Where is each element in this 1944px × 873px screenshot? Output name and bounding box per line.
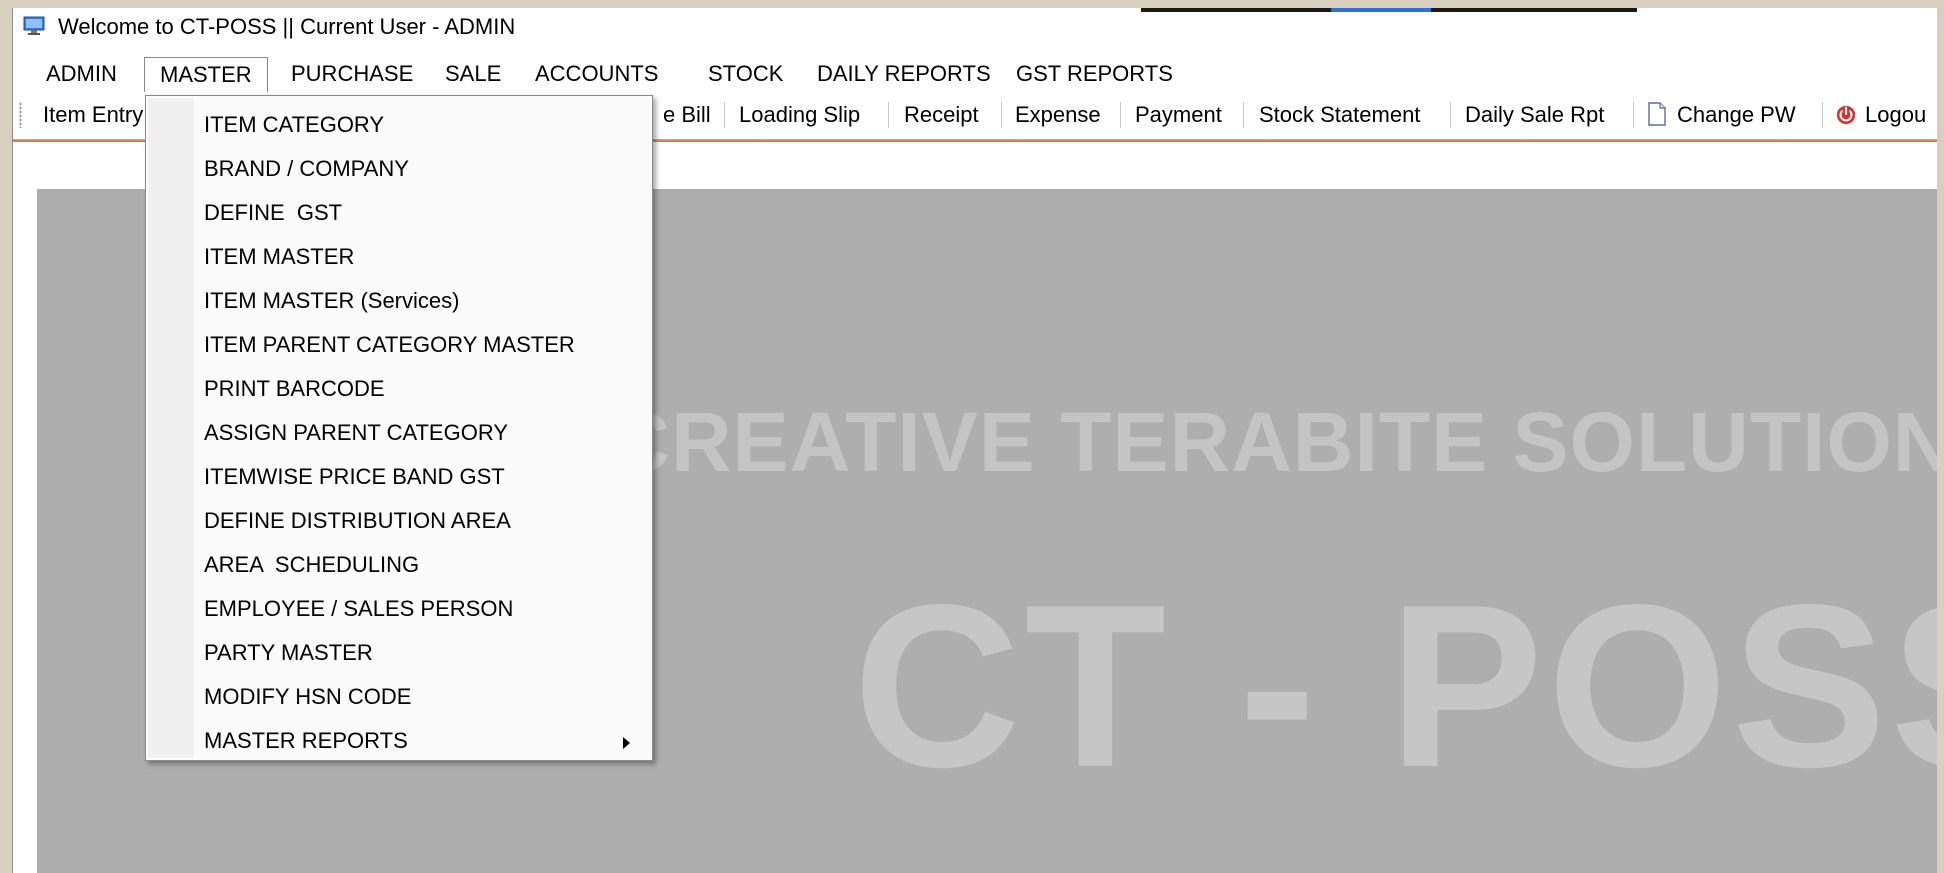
menu-sale[interactable]: SALE	[430, 57, 516, 90]
toolbar-payment[interactable]: Payment	[1135, 100, 1222, 130]
menu-item-master-reports[interactable]: MASTER REPORTS	[204, 721, 644, 761]
menu-item-employee-sales-person[interactable]: EMPLOYEE / SALES PERSON	[204, 589, 644, 629]
toolbar-separator	[1822, 102, 1823, 128]
background-window-strip	[1141, 8, 1637, 12]
menu-item-item-master-services[interactable]: ITEM MASTER (Services)	[204, 281, 644, 321]
title-bar: Welcome to CT-POSS || Current User - ADM…	[13, 8, 1937, 54]
toolbar-separator	[1633, 102, 1634, 128]
product-watermark: CT - POSS	[853, 557, 1937, 816]
menu-stock[interactable]: STOCK	[693, 57, 798, 90]
logout-icon	[1836, 105, 1856, 125]
toolbar-separator	[1001, 102, 1002, 128]
monitor-icon	[23, 16, 45, 35]
menu-gst-reports[interactable]: GST REPORTS	[1001, 57, 1188, 90]
menu-purchase[interactable]: PURCHASE	[276, 57, 428, 90]
menu-item-item-parent-category-master[interactable]: ITEM PARENT CATEGORY MASTER	[204, 325, 644, 365]
menu-accounts[interactable]: ACCOUNTS	[520, 57, 673, 90]
toolbar-daily-sale-rpt[interactable]: Daily Sale Rpt	[1465, 100, 1604, 130]
menu-item-item-category[interactable]: ITEM CATEGORY	[204, 105, 644, 145]
menu-item-area-scheduling[interactable]: AREA SCHEDULING	[204, 545, 644, 585]
toolbar-item-entry[interactable]: Item Entry	[43, 100, 143, 130]
menu-admin[interactable]: ADMIN	[31, 57, 132, 90]
menu-item-party-master[interactable]: PARTY MASTER	[204, 633, 644, 673]
menu-bar: ADMIN MASTER PURCHASE SALE ACCOUNTS STOC…	[13, 54, 1937, 93]
menu-item-itemwise-price-band-gst[interactable]: ITEMWISE PRICE BAND GST	[204, 457, 644, 497]
toolbar-separator	[1243, 102, 1244, 128]
menu-item-modify-hsn-code[interactable]: MODIFY HSN CODE	[204, 677, 644, 717]
menu-daily-reports[interactable]: DAILY REPORTS	[802, 57, 1006, 90]
document-icon	[1648, 102, 1666, 126]
toolbar-separator	[1450, 102, 1451, 128]
toolbar-separator	[724, 102, 725, 128]
toolbar-separator	[888, 102, 889, 128]
menu-icon-gutter	[148, 98, 194, 758]
toolbar-change-pw[interactable]: Change PW	[1677, 100, 1796, 130]
app-window: Welcome to CT-POSS || Current User - ADM…	[12, 8, 1937, 873]
menu-item-print-barcode[interactable]: PRINT BARCODE	[204, 369, 644, 409]
menu-item-define-distribution-area[interactable]: DEFINE DISTRIBUTION AREA	[204, 501, 644, 541]
toolbar-logout[interactable]: Logou	[1865, 100, 1926, 130]
menu-master[interactable]: MASTER	[144, 57, 268, 93]
toolbar-loading-slip[interactable]: Loading Slip	[739, 100, 860, 130]
toolbar-expense[interactable]: Expense	[1015, 100, 1101, 130]
toolbar-bill[interactable]: e Bill	[663, 100, 711, 130]
toolbar-separator	[1120, 102, 1121, 128]
submenu-arrow-icon	[623, 737, 630, 749]
toolbar-receipt[interactable]: Receipt	[904, 100, 979, 130]
window-title: Welcome to CT-POSS || Current User - ADM…	[58, 14, 516, 39]
master-dropdown-menu: ITEM CATEGORY BRAND / COMPANY DEFINE GST…	[145, 95, 653, 761]
company-watermark: ME CREATIVE TERABITE SOLUTION	[457, 395, 1937, 489]
toolbar-grip[interactable]	[19, 102, 22, 128]
menu-item-assign-parent-category[interactable]: ASSIGN PARENT CATEGORY	[204, 413, 644, 453]
toolbar-stock-statement[interactable]: Stock Statement	[1259, 100, 1420, 130]
menu-item-define-gst[interactable]: DEFINE GST	[204, 193, 644, 233]
menu-item-item-master[interactable]: ITEM MASTER	[204, 237, 644, 277]
menu-item-brand-company[interactable]: BRAND / COMPANY	[204, 149, 644, 189]
